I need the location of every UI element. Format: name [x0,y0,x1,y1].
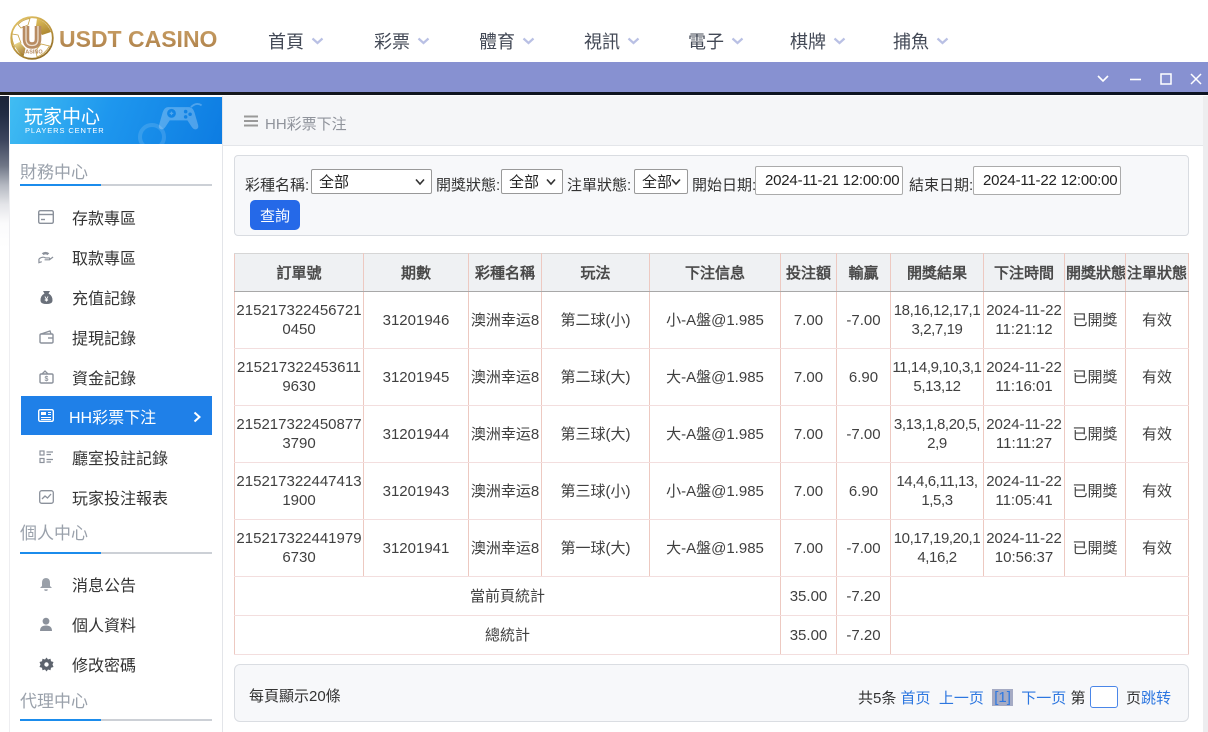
svg-text:¥: ¥ [44,296,48,303]
svg-text:$: $ [44,376,48,383]
svg-text:CASINO: CASINO [21,50,43,56]
